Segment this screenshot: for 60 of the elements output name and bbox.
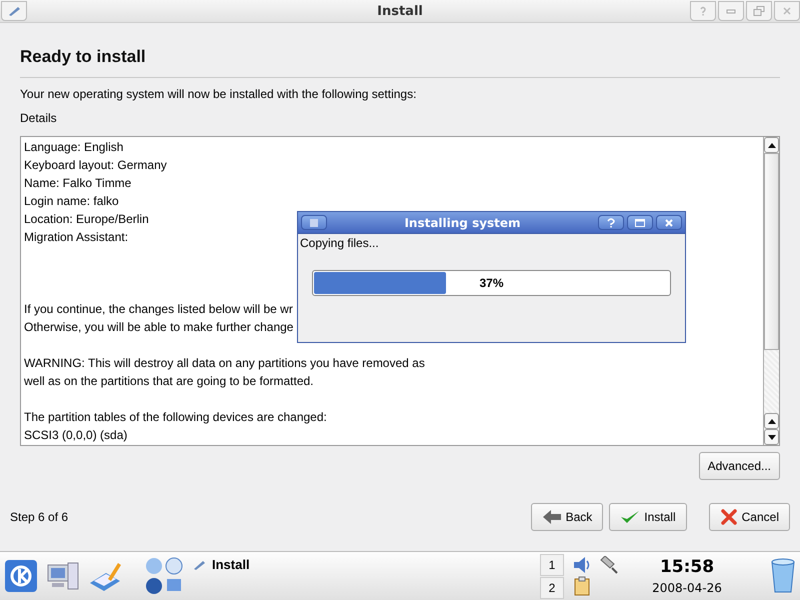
window-icon bbox=[309, 218, 319, 228]
status-text: Copying files... bbox=[300, 236, 380, 250]
details-line: Login name: falko bbox=[24, 193, 119, 210]
scroll-down-button[interactable] bbox=[764, 429, 779, 445]
details-line: Language: English bbox=[24, 139, 124, 156]
restore-icon bbox=[753, 6, 765, 16]
checkmark-icon bbox=[620, 509, 640, 525]
scroll-up-button[interactable] bbox=[764, 137, 779, 153]
window-menu-button[interactable] bbox=[301, 215, 327, 230]
taskbar-task[interactable]: Install bbox=[192, 557, 532, 572]
clock-date: 2008-04-26 bbox=[652, 581, 722, 595]
maximize-button[interactable] bbox=[627, 215, 653, 230]
details-label: Details bbox=[20, 111, 58, 125]
page-heading: Ready to install bbox=[20, 47, 147, 67]
clipboard-icon[interactable] bbox=[572, 576, 592, 596]
quick-launch-icons[interactable] bbox=[144, 556, 184, 596]
details-line: Keyboard layout: Germany bbox=[24, 157, 167, 174]
up-arrow-icon bbox=[768, 418, 776, 424]
details-line: Location: Europe/Berlin bbox=[24, 211, 149, 228]
back-button[interactable]: Back bbox=[530, 503, 604, 531]
help-button[interactable] bbox=[598, 215, 624, 230]
details-line: Otherwise, you will be able to make further change bbox=[24, 319, 294, 336]
close-button[interactable] bbox=[656, 215, 682, 230]
window-title: Install bbox=[377, 4, 423, 18]
intro-text: Your new operating system will now be installed with the following settings: bbox=[20, 87, 418, 101]
scrollbar[interactable] bbox=[763, 137, 779, 445]
details-line: SCSI3 (0,0,0) (sda) bbox=[24, 427, 128, 444]
details-line: well as on the partitions that are going to be formatted. bbox=[24, 373, 314, 390]
scrollbar-thumb[interactable] bbox=[764, 153, 779, 350]
help-icon bbox=[698, 6, 708, 16]
cancel-button[interactable]: Cancel bbox=[708, 503, 790, 531]
details-line: WARNING: This will destroy all data on any partitions you have removed as bbox=[24, 355, 425, 372]
window-menu-button[interactable] bbox=[1, 1, 27, 21]
help-icon bbox=[607, 218, 615, 228]
step-indicator: Step 6 of 6 bbox=[10, 510, 68, 524]
advanced-button[interactable]: Advanced... bbox=[698, 452, 780, 480]
pen-icon bbox=[192, 558, 206, 570]
kde-menu-icon[interactable] bbox=[4, 559, 38, 593]
trash-icon[interactable] bbox=[770, 558, 796, 594]
details-line: Name: Falko Timme bbox=[24, 175, 132, 192]
up-arrow-icon bbox=[768, 142, 776, 148]
speaker-icon[interactable] bbox=[572, 556, 592, 574]
details-line: The partition tables of the following devices are changed: bbox=[24, 409, 327, 426]
desktop-switch-button[interactable]: 2 bbox=[540, 576, 564, 598]
details-line: Migration Assistant: bbox=[24, 229, 128, 246]
down-arrow-icon bbox=[768, 434, 776, 440]
progress-reading: 37% bbox=[478, 276, 505, 290]
left-arrow-icon bbox=[542, 509, 562, 525]
dialog-title: Installing system bbox=[403, 216, 522, 230]
task-label: Install bbox=[212, 557, 250, 572]
details-line: If you continue, the changes listed below will be wr bbox=[24, 301, 293, 318]
maximize-icon bbox=[635, 218, 645, 226]
desktop-switch-button[interactable]: 1 bbox=[540, 554, 564, 576]
clock-time: 15:58 bbox=[660, 557, 714, 577]
close-icon bbox=[782, 6, 792, 16]
pen-icon bbox=[7, 5, 21, 17]
scroll-up-button[interactable] bbox=[764, 413, 779, 429]
close-icon bbox=[665, 218, 673, 226]
install-button[interactable]: Install bbox=[609, 503, 687, 531]
cross-icon bbox=[720, 509, 738, 525]
